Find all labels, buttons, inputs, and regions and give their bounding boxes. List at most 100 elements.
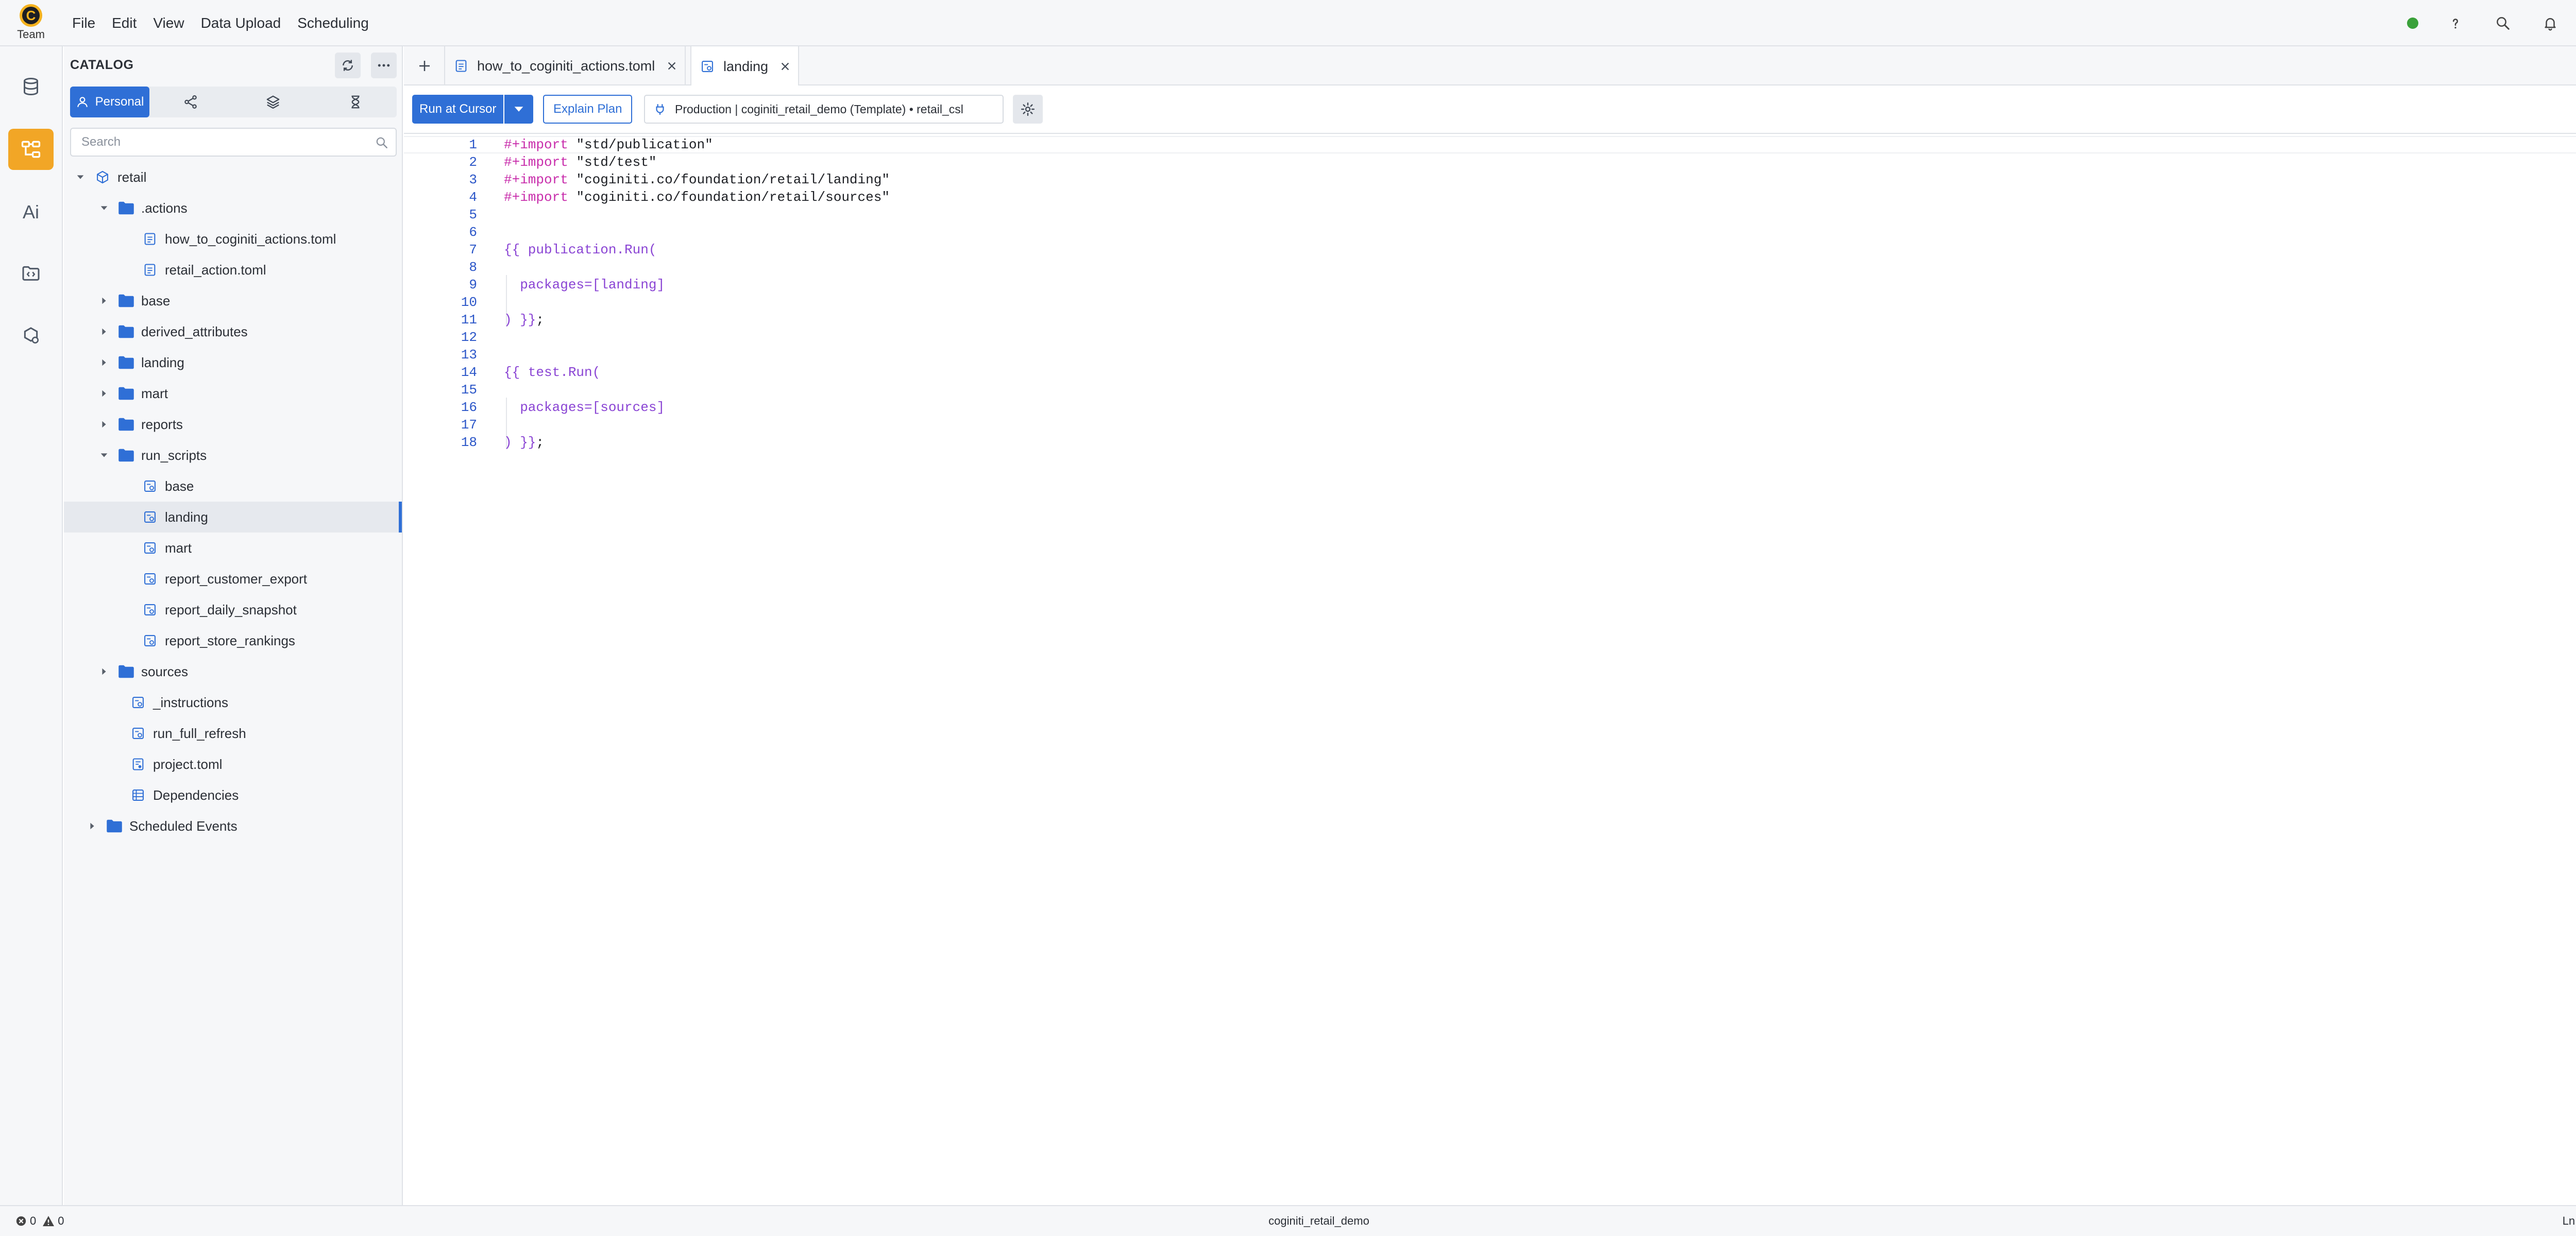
script-file-icon	[141, 570, 159, 588]
code-line: 6	[404, 224, 2568, 241]
tree-item[interactable]: run_scripts	[64, 440, 402, 471]
tree-item[interactable]: landing	[64, 347, 402, 378]
tree-item[interactable]: run_full_refresh	[64, 718, 402, 749]
chevron-down-icon	[514, 107, 523, 112]
code-text: #+import "coginiti.co/foundation/retail/…	[504, 171, 890, 188]
chevron-right-icon[interactable]	[98, 356, 110, 369]
explain-plan-button[interactable]: Explain Plan	[543, 95, 633, 124]
tree-item[interactable]: sources	[64, 656, 402, 687]
toml-file-icon	[141, 261, 159, 279]
tree-item[interactable]: report_customer_export	[64, 563, 402, 594]
close-icon[interactable]	[779, 61, 791, 72]
script-file-icon	[141, 477, 159, 495]
tree-item[interactable]: Scheduled Events	[64, 811, 402, 842]
folder-icon	[117, 354, 135, 371]
chevron-right-icon[interactable]	[98, 325, 110, 338]
script-file-icon	[141, 539, 159, 557]
menu-data-upload[interactable]: Data Upload	[201, 13, 281, 33]
close-icon[interactable]	[666, 60, 677, 72]
tree-item[interactable]: derived_attributes	[64, 316, 402, 347]
tab-layers[interactable]	[232, 87, 314, 117]
connection-selector[interactable]: Production | coginiti_retail_demo (Templ…	[644, 95, 1004, 124]
tree-item[interactable]: retail_action.toml	[64, 254, 402, 285]
tab-personal[interactable]: Personal	[70, 87, 149, 117]
bell-icon[interactable]	[2540, 13, 2561, 33]
code-line: 9 packages=[landing]	[404, 276, 2568, 294]
tree-item-label: retail	[117, 169, 147, 185]
code-line: 17	[404, 416, 2568, 434]
tree-item[interactable]: mart	[64, 533, 402, 563]
main-menu: File Edit View Data Upload Scheduling	[72, 13, 385, 33]
code-token: packages=[landing]	[504, 277, 665, 293]
tree-caret-spacer	[122, 542, 134, 554]
tab-landing[interactable]: landing	[690, 46, 800, 87]
tree-item[interactable]: Dependencies	[64, 780, 402, 811]
code-editor[interactable]: 1 #+import "std/publication" 2 #+import "st…	[404, 134, 2576, 1205]
tab-history[interactable]	[314, 87, 397, 117]
tree-item-label: run_scripts	[141, 447, 207, 463]
line-number: 1	[469, 137, 477, 152]
chevron-right-icon[interactable]	[98, 418, 110, 431]
help-icon[interactable]	[2445, 13, 2466, 33]
menu-scheduling[interactable]: Scheduling	[297, 13, 369, 33]
model-settings-icon[interactable]	[8, 315, 54, 356]
tab-shared[interactable]	[149, 87, 232, 117]
tree-item[interactable]: how_to_coginiti_actions.toml	[64, 224, 402, 254]
catalog-search-input[interactable]	[81, 135, 370, 149]
tree-item[interactable]: reports	[64, 409, 402, 440]
ai-assistant-icon[interactable]: Ai	[8, 192, 54, 233]
run-options-dropdown[interactable]	[503, 95, 534, 124]
tree-item-label: _instructions	[153, 694, 228, 710]
chevron-right-icon[interactable]	[98, 665, 110, 678]
hourglass-icon	[351, 95, 360, 109]
code-line: 2 #+import "std/test"	[404, 153, 2568, 171]
chevron-right-icon[interactable]	[98, 295, 110, 307]
line-number: 12	[461, 330, 477, 345]
code-text: {{ test.Run(	[504, 364, 600, 381]
line-number: 16	[461, 400, 477, 415]
code-line: 3 #+import "coginiti.co/foundation/retail…	[404, 171, 2568, 188]
chevron-right-icon[interactable]	[86, 820, 98, 832]
code-line: 10	[404, 294, 2568, 311]
tab-how-to-coginiti-actions[interactable]: how_to_coginiti_actions.toml	[444, 46, 686, 85]
toml-file-icon	[452, 57, 470, 75]
new-tab-plus-icon[interactable]	[415, 57, 434, 75]
tree-item-label: sources	[141, 663, 189, 679]
tree-item[interactable]: landing	[64, 502, 402, 533]
menu-view[interactable]: View	[153, 13, 184, 33]
menu-file[interactable]: File	[72, 13, 95, 33]
script-file-icon	[699, 58, 716, 75]
chevron-right-icon[interactable]	[98, 387, 110, 400]
gear-icon[interactable]	[1013, 95, 1043, 124]
tree-item[interactable]: mart	[64, 378, 402, 409]
tree-item-label: project.toml	[153, 756, 223, 772]
app-logo[interactable]: C Team	[11, 4, 50, 45]
refresh-icon[interactable]	[335, 53, 361, 78]
folder-code-icon[interactable]	[8, 252, 54, 294]
code-text: ) }};	[504, 311, 544, 329]
chevron-down-icon[interactable]	[74, 171, 87, 183]
database-icon[interactable]	[8, 66, 54, 107]
tree-item[interactable]: _instructions	[64, 687, 402, 718]
more-options-icon[interactable]	[371, 53, 397, 78]
tree-item[interactable]: base	[64, 471, 402, 502]
tree-item[interactable]: .actions	[64, 193, 402, 224]
tree-item[interactable]: report_store_rankings	[64, 625, 402, 656]
tree-item[interactable]: report_daily_snapshot	[64, 594, 402, 625]
run-at-cursor-button[interactable]: Run at Cursor	[412, 95, 504, 124]
tree-item[interactable]: base	[64, 285, 402, 316]
chevron-down-icon[interactable]	[98, 449, 110, 461]
tree-item[interactable]: retail	[64, 162, 402, 193]
search-icon[interactable]	[2493, 13, 2513, 33]
catalog-tree-icon[interactable]	[8, 129, 54, 170]
chevron-down-icon[interactable]	[98, 202, 110, 214]
code-text: #+import "coginiti.co/foundation/retail/…	[504, 188, 890, 206]
tree-caret-spacer	[110, 727, 122, 740]
tree-item[interactable]: project.toml	[64, 749, 402, 780]
catalog-search	[70, 128, 397, 157]
current-database: coginiti_retail_demo	[1268, 1214, 1369, 1227]
user-icon	[77, 97, 88, 107]
tree-item-label: report_customer_export	[165, 571, 308, 587]
line-number: 6	[469, 225, 477, 240]
menu-edit[interactable]: Edit	[112, 13, 137, 33]
